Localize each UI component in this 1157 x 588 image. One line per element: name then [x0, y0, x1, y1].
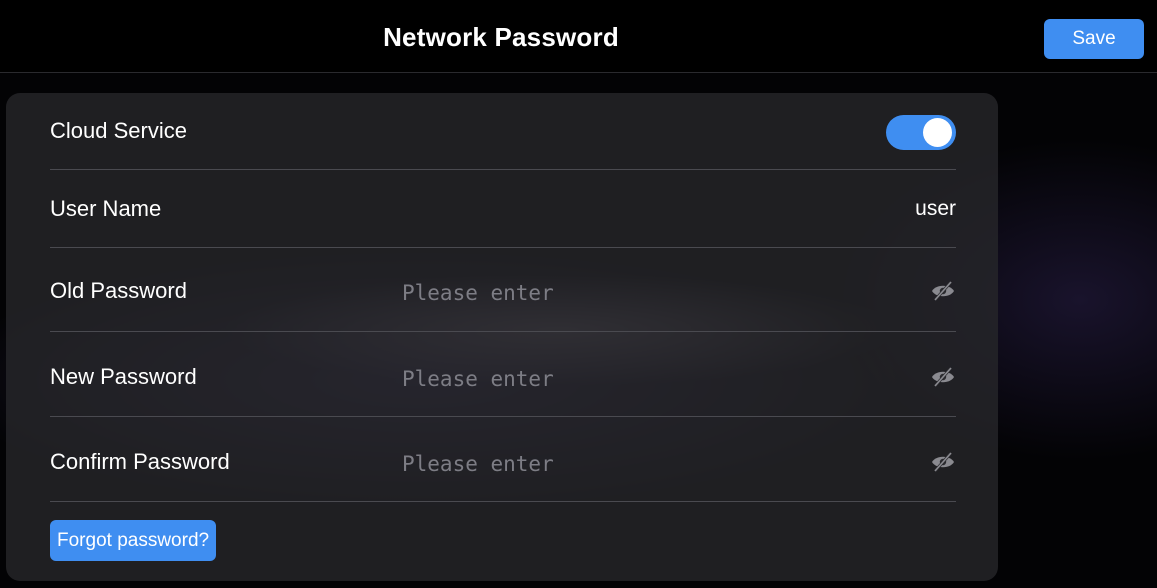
- page-title: Network Password: [383, 22, 619, 52]
- eye-off-icon[interactable]: [930, 451, 956, 473]
- confirm-password-row: Confirm Password: [50, 417, 956, 502]
- cloud-service-toggle[interactable]: [886, 115, 956, 150]
- new-password-input[interactable]: [402, 362, 822, 396]
- old-password-label: Old Password: [50, 278, 187, 303]
- save-button[interactable]: Save: [1044, 19, 1144, 59]
- old-password-row: Old Password: [50, 248, 956, 332]
- user-name-label: User Name: [50, 196, 162, 221]
- top-bar: Network Password Save: [0, 0, 1157, 73]
- network-password-screen: Network Password Save Cloud Service User…: [0, 0, 1157, 588]
- new-password-label: New Password: [50, 364, 197, 389]
- new-password-row: New Password: [50, 332, 956, 417]
- eye-off-icon[interactable]: [930, 280, 956, 302]
- confirm-password-input[interactable]: [402, 447, 822, 481]
- user-name-row: User Name user: [50, 170, 956, 248]
- cloud-service-label: Cloud Service: [50, 118, 187, 143]
- old-password-input[interactable]: [402, 276, 822, 310]
- toggle-knob: [923, 118, 952, 147]
- cloud-service-row: Cloud Service: [50, 93, 956, 170]
- forgot-password-button[interactable]: Forgot password?: [50, 520, 217, 561]
- settings-card: Cloud Service User Name user Old Passwor…: [6, 93, 998, 581]
- eye-off-icon[interactable]: [930, 366, 956, 388]
- confirm-password-label: Confirm Password: [50, 449, 230, 474]
- user-name-value: user: [915, 197, 956, 220]
